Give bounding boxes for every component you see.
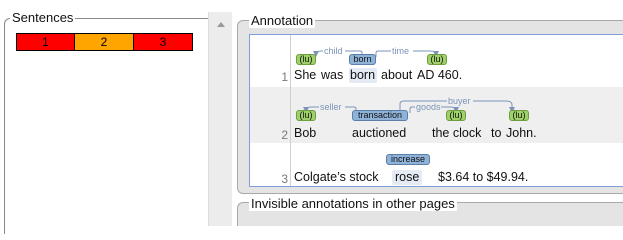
span-lu[interactable]: (lu) <box>427 54 447 65</box>
span-lu[interactable]: (lu) <box>296 54 316 65</box>
line-number: 2 <box>281 128 288 142</box>
line-number-gutter <box>290 35 291 186</box>
token[interactable]: auctioned <box>352 126 406 140</box>
token[interactable]: was <box>321 68 343 82</box>
token[interactable]: AD 460. <box>417 68 462 82</box>
span-transaction[interactable]: transaction <box>352 110 408 121</box>
token[interactable]: the clock <box>432 126 481 140</box>
span-lu[interactable]: (lu) <box>509 110 529 121</box>
sentences-scrollbar[interactable] <box>208 12 232 226</box>
token[interactable]: Colgate’s stock <box>294 170 379 184</box>
token[interactable]: born <box>350 68 375 82</box>
sentence-2-button[interactable]: 2 <box>75 33 134 51</box>
sentence-3-button[interactable]: 3 <box>134 33 193 51</box>
token[interactable]: Bob <box>294 126 316 140</box>
invisible-annotations-title: Invisible annotations in other pages <box>249 196 457 211</box>
annotation-panel-title: Annotation <box>249 13 316 28</box>
line-number: 1 <box>281 70 288 84</box>
sentence-list: 1 2 3 <box>16 33 193 51</box>
triangle-up-icon[interactable] <box>217 22 225 27</box>
token[interactable]: She <box>294 68 316 82</box>
annotation-document: child time seller goods buyer (lu) born … <box>249 34 623 187</box>
token[interactable]: about <box>381 68 412 82</box>
sentences-panel-title: Sentences <box>10 10 76 25</box>
span-born[interactable]: born <box>349 54 376 65</box>
token[interactable]: rose <box>395 170 419 184</box>
token[interactable]: $3.64 to $49.94. <box>438 170 528 184</box>
span-increase[interactable]: increase <box>386 154 430 165</box>
span-lu[interactable]: (lu) <box>446 110 466 121</box>
token[interactable]: John. <box>506 126 537 140</box>
line-number: 3 <box>281 172 288 186</box>
sentence-1-button[interactable]: 1 <box>16 33 75 51</box>
token[interactable]: to <box>491 126 501 140</box>
span-lu[interactable]: (lu) <box>296 110 316 121</box>
